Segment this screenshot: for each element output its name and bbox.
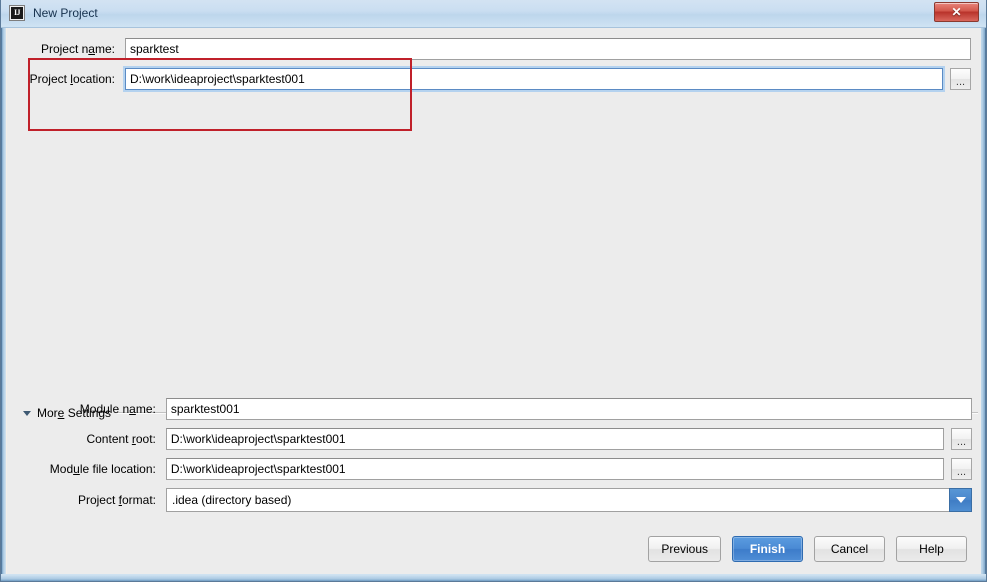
project-location-row: Project location: ...: [22, 68, 972, 90]
project-format-row: Project format: .idea (directory based): [32, 488, 972, 512]
project-format-label: Project format:: [32, 493, 156, 507]
window-border-right: [981, 0, 987, 582]
window-border-left: [0, 0, 5, 582]
content-root-row: Content root: ...: [32, 428, 972, 450]
title-bar: IJ New Project ✕: [0, 0, 987, 28]
module-file-location-label: Module file location:: [32, 462, 156, 476]
module-name-label-mnemonic: a: [129, 402, 136, 416]
ellipsis-icon: ...: [956, 436, 967, 448]
project-location-input[interactable]: [125, 68, 943, 90]
content-root-label-post: oot:: [135, 432, 156, 446]
module-name-input[interactable]: [165, 398, 972, 420]
project-name-label: Project name:: [22, 42, 115, 56]
dialog-content-area: Project name: Project location: ... More…: [6, 27, 981, 575]
dialog-button-bar: Previous Finish Cancel Help: [648, 536, 967, 562]
window-border-bottom: [0, 574, 987, 582]
module-name-label-post: me:: [135, 402, 156, 416]
project-format-combobox[interactable]: .idea (directory based): [166, 488, 972, 512]
window-title: New Project: [33, 6, 98, 20]
content-root-label: Content root:: [32, 432, 156, 446]
project-format-dropdown-button[interactable]: [949, 488, 972, 512]
module-file-location-label-pre: Mod: [49, 462, 74, 476]
project-location-label-post: ocation:: [72, 72, 115, 86]
module-file-location-label-post: le file location:: [79, 462, 156, 476]
project-name-row: Project name:: [22, 38, 972, 60]
previous-button[interactable]: Previous: [648, 536, 721, 562]
project-name-label-pre: Project n: [40, 42, 89, 56]
project-format-selected-value: .idea (directory based): [166, 488, 949, 512]
close-icon: ✕: [951, 5, 962, 19]
module-name-label-pre: Module n: [79, 402, 130, 416]
project-name-label-mnemonic: a: [88, 42, 95, 56]
content-root-input[interactable]: [165, 428, 945, 450]
new-project-dialog-window: IJ New Project ✕ Project name: Project l…: [0, 0, 987, 582]
chevron-down-icon: [23, 410, 31, 416]
module-file-location-browse-button[interactable]: ...: [951, 458, 972, 480]
cancel-button[interactable]: Cancel: [814, 536, 885, 562]
module-file-location-input[interactable]: [165, 458, 945, 480]
title-bar-content: IJ New Project: [7, 0, 980, 26]
help-button[interactable]: Help: [896, 536, 967, 562]
intellij-idea-icon: IJ: [9, 5, 25, 21]
project-name-input[interactable]: [125, 38, 971, 60]
close-button[interactable]: ✕: [934, 2, 979, 22]
module-file-location-label-mnemonic: u: [73, 462, 80, 476]
project-format-label-post: ormat:: [121, 493, 156, 507]
app-icon-mark: IJ: [11, 7, 23, 19]
module-name-label: Module name:: [32, 402, 156, 416]
ellipsis-icon: ...: [956, 466, 967, 478]
content-root-label-pre: Content: [86, 432, 132, 446]
project-location-browse-button[interactable]: ...: [950, 68, 971, 90]
project-format-label-pre: Project: [77, 493, 119, 507]
project-location-label-pre: Project: [29, 72, 71, 86]
module-name-row: Module name:: [32, 398, 972, 420]
chevron-down-icon: [955, 497, 966, 503]
content-root-browse-button[interactable]: ...: [951, 428, 972, 450]
project-name-label-post: me:: [94, 42, 115, 56]
ellipsis-icon: ...: [955, 76, 966, 88]
module-file-location-row: Module file location: ...: [32, 458, 972, 480]
project-location-label: Project location:: [22, 72, 115, 86]
finish-button[interactable]: Finish: [732, 536, 803, 562]
